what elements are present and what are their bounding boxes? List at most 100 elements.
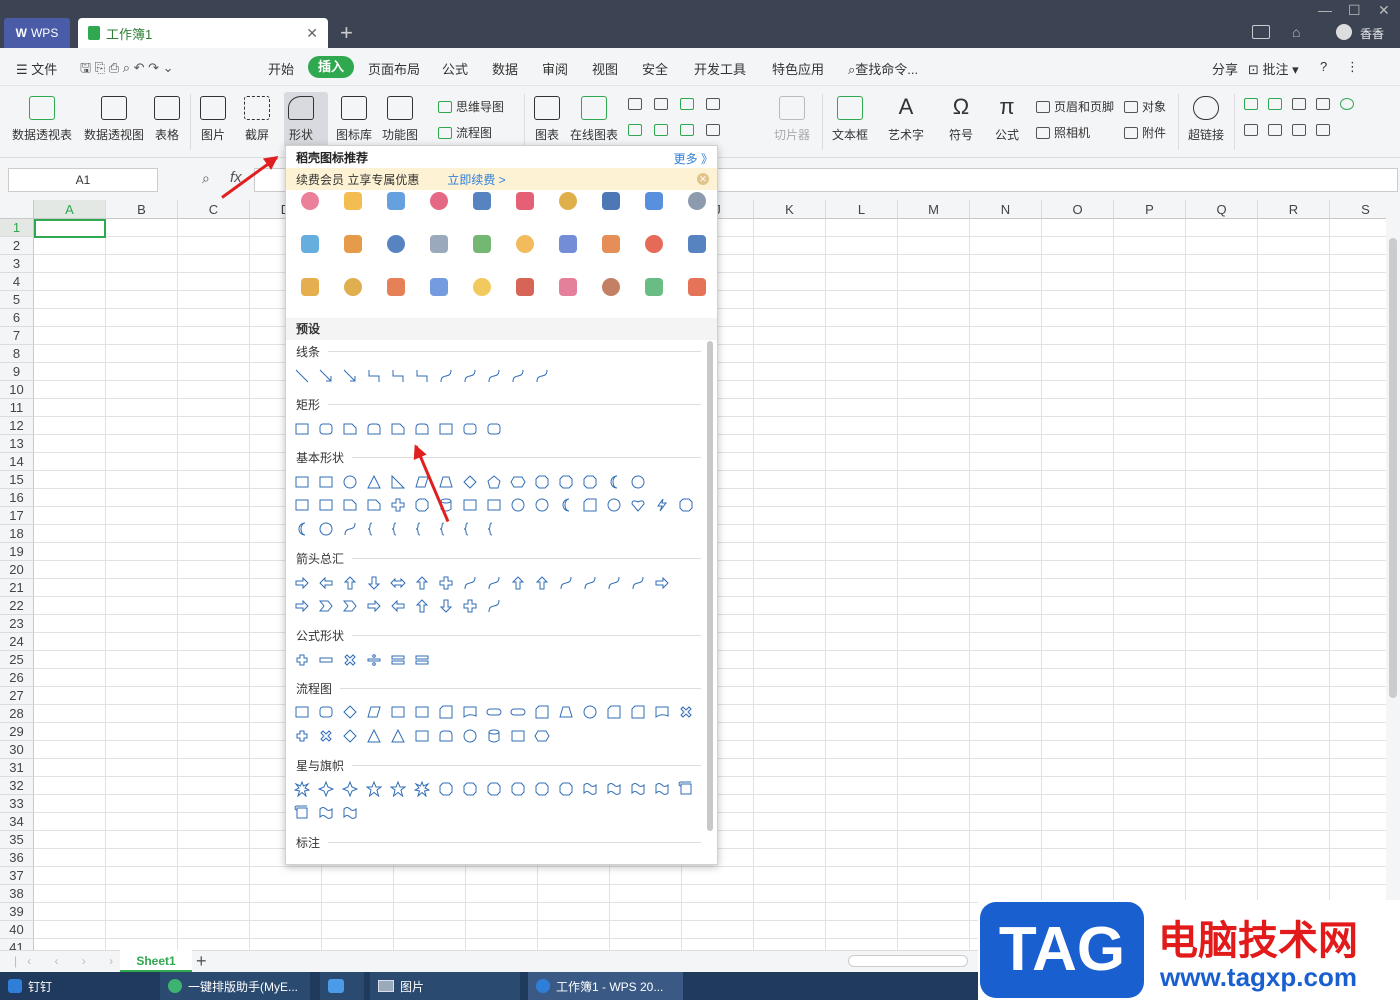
shape-tri-icon[interactable] — [366, 474, 382, 490]
skin-icon[interactable]: ⌂ — [1292, 24, 1300, 40]
flowchart-button[interactable]: 流程图 — [438, 124, 492, 141]
window-layout-icon[interactable] — [1252, 25, 1270, 39]
recommended-icon[interactable] — [516, 192, 534, 210]
symbol-button[interactable]: Ω 符号 — [948, 96, 974, 143]
add-sheet-button[interactable]: + — [196, 951, 207, 972]
shape-rect-icon[interactable] — [294, 704, 310, 720]
shape-trap-icon[interactable] — [558, 704, 574, 720]
column-header-q[interactable]: Q — [1186, 200, 1258, 219]
shape-curve-icon[interactable] — [486, 575, 502, 591]
radar-chart-icon[interactable] — [706, 98, 720, 110]
recommended-icon[interactable] — [559, 235, 577, 253]
line-chart-icon[interactable] — [680, 98, 694, 110]
row-header-38[interactable]: 38 — [0, 885, 34, 903]
shape-chev-icon[interactable] — [342, 598, 358, 614]
online-chart-button[interactable]: 在线图表 — [570, 96, 618, 143]
tab-data[interactable]: 数据 — [492, 59, 518, 78]
row-header-10[interactable]: 10 — [0, 381, 34, 399]
shape-rarr-icon[interactable] — [294, 598, 310, 614]
shape-wave-icon[interactable] — [318, 805, 334, 821]
text-box-button[interactable]: 文本框 — [832, 96, 868, 143]
shape-arrow-icon[interactable] — [342, 368, 358, 384]
pivot-table-button[interactable]: 数据透视表 — [12, 96, 72, 143]
shape-wave-icon[interactable] — [630, 781, 646, 797]
row-header-31[interactable]: 31 — [0, 759, 34, 777]
shape-rarr-icon[interactable] — [654, 575, 670, 591]
shape-oct-icon[interactable] — [438, 781, 454, 797]
chart-button[interactable]: 图表 — [534, 96, 560, 143]
wps-home-tab[interactable]: W WPS — [4, 18, 70, 48]
row-header-4[interactable]: 4 — [0, 273, 34, 291]
shape-card-icon[interactable] — [534, 704, 550, 720]
mind-map-button[interactable]: 思维导图 — [438, 98, 504, 115]
shape-pent-icon[interactable] — [486, 474, 502, 490]
document-tab[interactable]: 工作簿1 ✕ — [78, 18, 328, 48]
tab-page-layout[interactable]: 页面布局 — [368, 59, 420, 78]
maximize-icon[interactable]: ☐ — [1348, 2, 1361, 19]
shape-brace-icon[interactable] — [438, 521, 454, 537]
tab-home[interactable]: 开始 — [268, 59, 294, 78]
shape-chev-icon[interactable] — [318, 598, 334, 614]
area-chart-icon[interactable] — [628, 124, 642, 136]
pie-chart-icon[interactable] — [680, 124, 694, 136]
shape-round-icon[interactable] — [366, 421, 382, 437]
quick-access-toolbar[interactable]: 🖫 ⎘ ⎙ ⌕ ↶ ↷ ⌄ — [80, 59, 174, 81]
slicer-button[interactable]: 切片器 — [774, 96, 810, 143]
renew-link[interactable]: 立即续费 > — [447, 171, 505, 188]
more-icon[interactable]: ⋮ — [1346, 59, 1359, 75]
shape-round-icon[interactable] — [414, 421, 430, 437]
shape-curve-icon[interactable] — [462, 575, 478, 591]
row-header-7[interactable]: 7 — [0, 327, 34, 345]
shape-lrarr-icon[interactable] — [390, 575, 406, 591]
equation-button[interactable]: π 公式 — [994, 96, 1020, 143]
taskbar-item-mail[interactable] — [320, 972, 364, 1000]
form-controls-row-2[interactable] — [1244, 124, 1330, 136]
screenshot-button[interactable]: 截屏 — [244, 96, 270, 143]
shape-eq-icon[interactable] — [414, 652, 430, 668]
shape-oct-icon[interactable] — [558, 781, 574, 797]
shape-times-icon[interactable] — [318, 728, 334, 744]
shape-burst-icon[interactable] — [294, 781, 310, 797]
horizontal-scrollbar[interactable] — [848, 955, 968, 967]
recommended-icon[interactable] — [645, 278, 663, 296]
tab-security[interactable]: 安全 — [642, 59, 668, 78]
shape-cross-icon[interactable] — [462, 598, 478, 614]
chart-type-row-1[interactable] — [628, 98, 720, 110]
shape-circle-icon[interactable] — [462, 728, 478, 744]
recommended-icon[interactable] — [688, 192, 706, 210]
row-header-14[interactable]: 14 — [0, 453, 34, 471]
shape-elbow-icon[interactable] — [390, 368, 406, 384]
minimize-icon[interactable]: — — [1318, 2, 1332, 18]
checkbox-control-icon[interactable] — [1316, 98, 1330, 110]
tab-view[interactable]: 视图 — [592, 59, 618, 78]
row-header-30[interactable]: 30 — [0, 741, 34, 759]
shape-circle-icon[interactable] — [630, 474, 646, 490]
shape-hex-icon[interactable] — [534, 728, 550, 744]
icon-library-button[interactable]: 图标库 — [336, 96, 372, 143]
zoom-formula-icon[interactable]: ⌕ — [202, 170, 210, 187]
recommended-icon[interactable] — [688, 278, 706, 296]
recommended-icon[interactable] — [602, 192, 620, 210]
shape-brace-icon[interactable] — [462, 521, 478, 537]
shape-oct-icon[interactable] — [510, 781, 526, 797]
recommended-icon[interactable] — [473, 278, 491, 296]
shape-arrow-icon[interactable] — [318, 368, 334, 384]
shape-minus-icon[interactable] — [318, 652, 334, 668]
shape-term-icon[interactable] — [510, 704, 526, 720]
shape-rect-icon[interactable] — [294, 421, 310, 437]
shape-times-icon[interactable] — [342, 652, 358, 668]
shape-rect-icon[interactable] — [318, 497, 334, 513]
vertical-scrollbar-thumb[interactable] — [1389, 238, 1397, 698]
shape-heart-icon[interactable] — [630, 497, 646, 513]
shape-doc-icon[interactable] — [462, 704, 478, 720]
recommended-icon[interactable] — [516, 235, 534, 253]
shape-snip-icon[interactable] — [366, 497, 382, 513]
shape-burst-icon[interactable] — [414, 781, 430, 797]
more-icons-link[interactable]: 更多 》 — [674, 150, 713, 167]
shape-diamond-icon[interactable] — [462, 474, 478, 490]
shape-rrect-icon[interactable] — [462, 421, 478, 437]
shape-uarr-icon[interactable] — [414, 598, 430, 614]
combobox-control-icon[interactable] — [1268, 124, 1282, 136]
shape-card-icon[interactable] — [606, 704, 622, 720]
taskbar-item-wps[interactable]: 工作簿1 - WPS 20... — [528, 972, 683, 1000]
